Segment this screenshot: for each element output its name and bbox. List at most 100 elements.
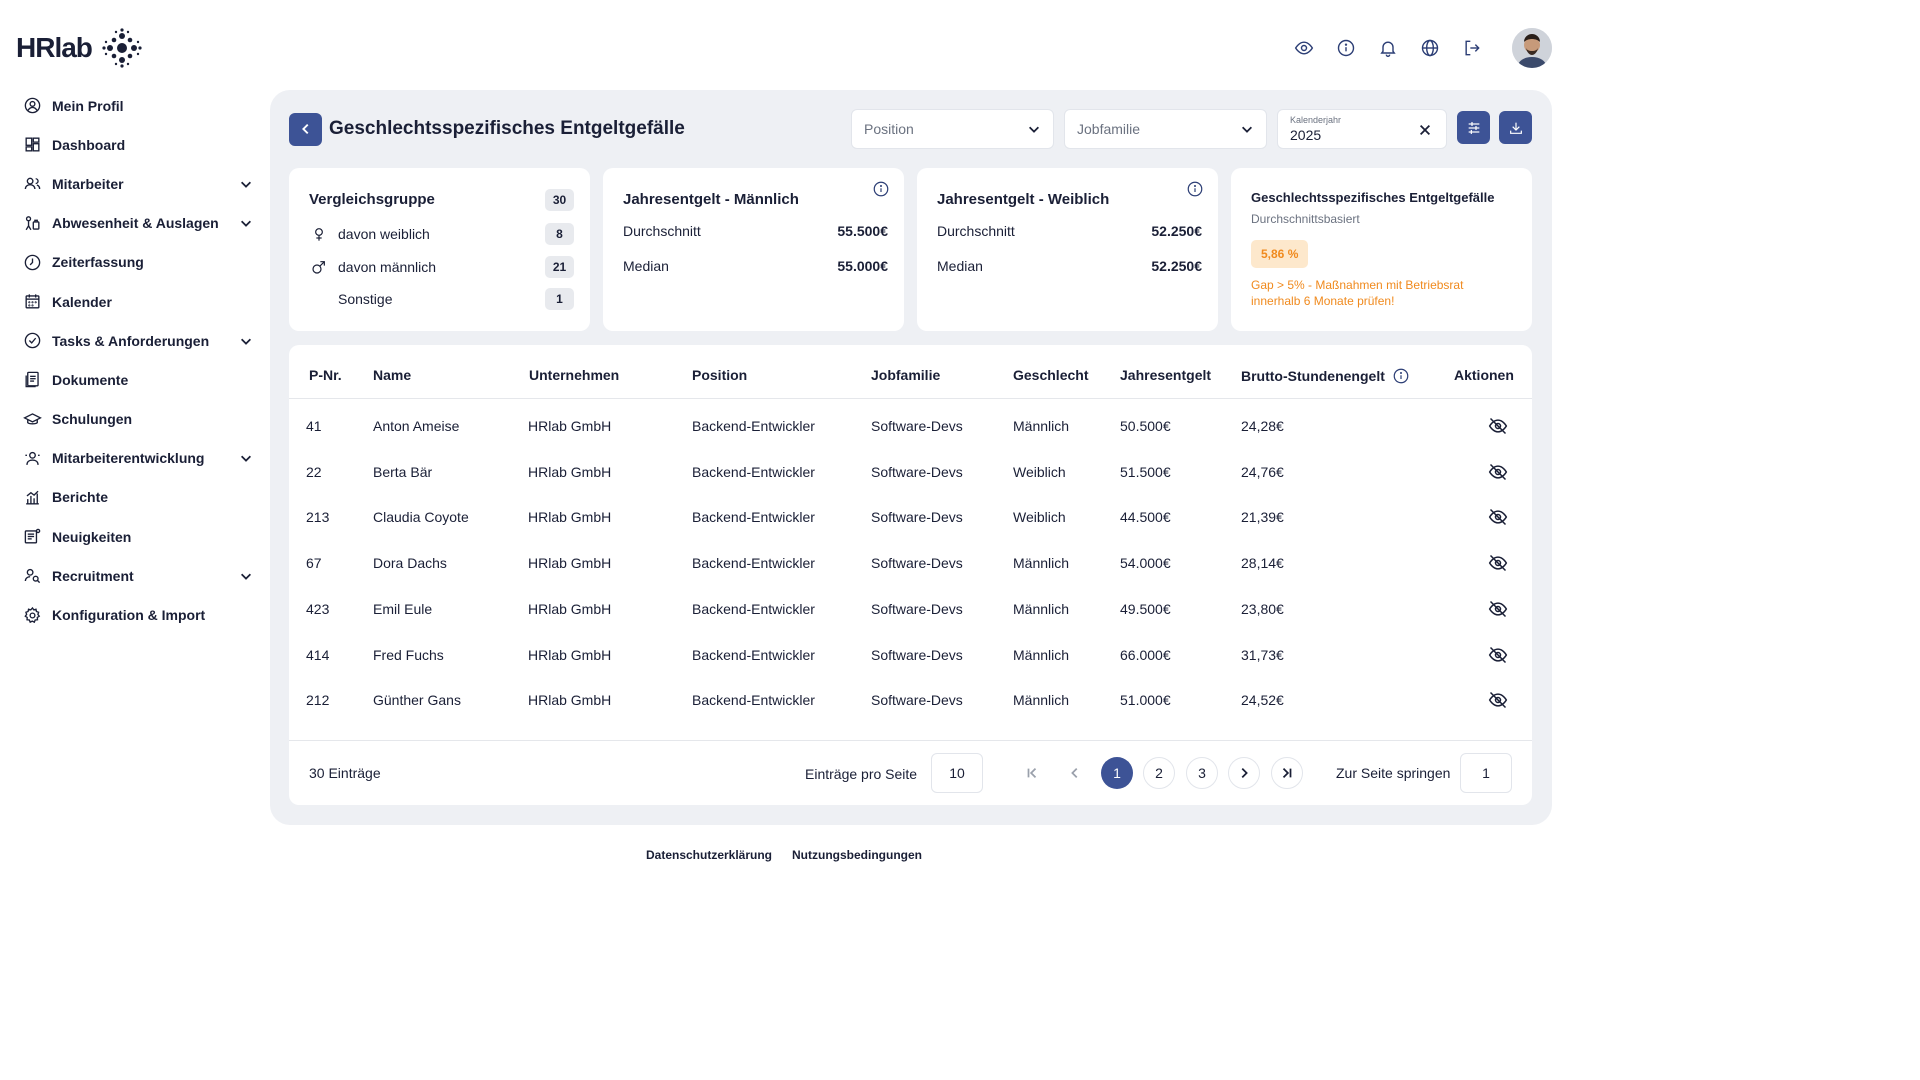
jump-input[interactable]: 1 bbox=[1460, 753, 1512, 793]
cell-position: Backend-Entwickler bbox=[692, 509, 815, 526]
sidebar-item-mitarbeiterentwicklung[interactable]: Mitarbeiterentwicklung bbox=[22, 439, 258, 478]
sidebar-item-dokumente[interactable]: Dokumente bbox=[22, 360, 258, 399]
privacy-link[interactable]: Datenschutzerklärung bbox=[646, 848, 772, 862]
female-icon bbox=[309, 224, 329, 244]
gap-title: Geschlechtsspezifisches Entgeltgefälle bbox=[1251, 190, 1495, 205]
table-row[interactable]: 213 Claudia Coyote HRlab GmbH Backend-Entwi… bbox=[289, 495, 1532, 541]
position-select[interactable]: Position bbox=[851, 109, 1054, 149]
col-jahresentgelt[interactable]: Jahresentgelt bbox=[1120, 367, 1211, 383]
cell-pnr: 22 bbox=[306, 463, 322, 480]
chevron-down-icon[interactable] bbox=[238, 215, 254, 231]
col-pnr[interactable]: P-Nr. bbox=[309, 367, 342, 383]
eye-off-icon[interactable] bbox=[1488, 599, 1508, 619]
eye-off-icon[interactable] bbox=[1488, 553, 1508, 573]
sidebar-item-label: Berichte bbox=[52, 489, 109, 506]
chart-icon bbox=[22, 487, 42, 507]
cell-stundenentgelt: 24,76€ bbox=[1241, 463, 1284, 480]
gap-subtitle: Durchschnittsbasiert bbox=[1251, 212, 1360, 226]
recruitment-icon bbox=[22, 566, 42, 586]
year-value: 2025 bbox=[1290, 126, 1322, 143]
sidebar-item-label: Recruitment bbox=[52, 567, 134, 584]
jobfamilie-placeholder: Jobfamilie bbox=[1077, 121, 1141, 137]
table-row[interactable]: 22 Berta Bär HRlab GmbH Backend-Entwickler S… bbox=[289, 450, 1532, 496]
eye-off-icon[interactable] bbox=[1488, 462, 1508, 482]
table-row[interactable]: 212 Günther Gans HRlab GmbH Backend-Entwick… bbox=[289, 678, 1532, 724]
info-icon[interactable] bbox=[1186, 180, 1204, 198]
col-name[interactable]: Name bbox=[373, 367, 411, 383]
sidebar-item-tasks-anforderungen[interactable]: Tasks & Anforderungen bbox=[22, 321, 258, 360]
sidebar-item-label: Mitarbeiterentwicklung bbox=[52, 450, 205, 467]
chevron-down-icon[interactable] bbox=[238, 176, 254, 192]
sidebar-item-mein-profil[interactable]: Mein Profil bbox=[22, 86, 258, 125]
per-page-select[interactable]: 10 bbox=[931, 753, 983, 793]
cell-pnr: 41 bbox=[306, 418, 322, 434]
table-row[interactable]: 41 Anton Ameise HRlab GmbH Backend-Entwickl… bbox=[289, 404, 1532, 450]
info-icon[interactable] bbox=[1336, 38, 1356, 58]
close-icon[interactable] bbox=[1418, 123, 1432, 137]
chevron-down-icon bbox=[1242, 126, 1252, 133]
last-page-button[interactable] bbox=[1271, 757, 1303, 789]
bell-icon[interactable] bbox=[1378, 38, 1398, 58]
sidebar-item-recruitment[interactable]: Recruitment bbox=[22, 556, 258, 595]
eye-icon[interactable] bbox=[1294, 38, 1314, 58]
col-geschlecht[interactable]: Geschlecht bbox=[1013, 367, 1088, 383]
cell-geschlecht: Männlich bbox=[1013, 646, 1070, 663]
prev-page-button[interactable] bbox=[1059, 757, 1091, 789]
eye-off-icon[interactable] bbox=[1488, 416, 1508, 436]
chevron-left-icon bbox=[301, 123, 308, 135]
page-button-3[interactable]: 3 bbox=[1186, 757, 1218, 789]
sidebar-item-kalender[interactable]: Kalender bbox=[22, 282, 258, 321]
col-stundenentgelt[interactable]: Brutto-Stundenengelt bbox=[1241, 367, 1410, 385]
eye-off-icon[interactable] bbox=[1488, 507, 1508, 527]
first-page-button[interactable] bbox=[1016, 757, 1048, 789]
logo[interactable]: HRlab bbox=[16, 28, 142, 68]
table-row[interactable]: 67 Dora Dachs HRlab GmbH Backend-Entwickler… bbox=[289, 541, 1532, 587]
eye-off-icon[interactable] bbox=[1488, 645, 1508, 665]
card-title: Vergleichsgruppe bbox=[309, 191, 435, 208]
col-unternehmen[interactable]: Unternehmen bbox=[529, 367, 619, 383]
page-button-1[interactable]: 1 bbox=[1101, 757, 1133, 789]
sidebar-item-schulungen[interactable]: Schulungen bbox=[22, 400, 258, 439]
sidebar-item-neuigkeiten[interactable]: Neuigkeiten bbox=[22, 517, 258, 556]
avg-value: 55.500€ bbox=[837, 223, 888, 239]
main-panel: Geschlechtsspezifisches Entgeltgefälle P… bbox=[270, 90, 1552, 825]
year-select[interactable]: Kalenderjahr 2025 bbox=[1277, 109, 1447, 149]
year-label: Kalenderjahr bbox=[1290, 114, 1342, 125]
sidebar-item-mitarbeiter[interactable]: Mitarbeiter bbox=[22, 164, 258, 203]
sidebar-item-zeiterfassung[interactable]: Zeiterfassung bbox=[22, 243, 258, 282]
sidebar-item-konfiguration-import[interactable]: Konfiguration & Import bbox=[22, 595, 258, 634]
logout-icon[interactable] bbox=[1462, 38, 1482, 58]
cell-unternehmen: HRlab GmbH bbox=[528, 692, 612, 709]
settings-icon bbox=[22, 605, 42, 625]
col-position[interactable]: Position bbox=[692, 367, 747, 383]
jahresentgelt-weiblich-card: Jahresentgelt - Weiblich Durchschnitt 52… bbox=[917, 168, 1218, 331]
chevron-down-icon[interactable] bbox=[238, 333, 254, 349]
globe-icon[interactable] bbox=[1420, 38, 1440, 58]
sidebar-item-dashboard[interactable]: Dashboard bbox=[22, 125, 258, 164]
table-row[interactable]: 423 Emil Eule HRlab GmbH Backend-Entwickler… bbox=[289, 587, 1532, 633]
jobfamilie-select[interactable]: Jobfamilie bbox=[1064, 109, 1267, 149]
info-icon[interactable] bbox=[872, 180, 890, 198]
col-jobfamilie[interactable]: Jobfamilie bbox=[871, 367, 940, 383]
terms-link[interactable]: Nutzungsbedingungen bbox=[792, 848, 922, 862]
avg-label: Durchschnitt bbox=[623, 223, 701, 239]
sidebar-item-label: Mitarbeiter bbox=[52, 175, 124, 192]
sidebar-item-abwesenheit-auslagen[interactable]: Abwesenheit & Auslagen bbox=[22, 204, 258, 243]
cell-pnr: 213 bbox=[306, 509, 330, 526]
avatar[interactable] bbox=[1512, 28, 1552, 68]
next-page-button[interactable] bbox=[1228, 757, 1260, 789]
cell-name: Anton Ameise bbox=[373, 418, 460, 434]
eye-off-icon[interactable] bbox=[1488, 690, 1508, 710]
download-button[interactable] bbox=[1499, 111, 1532, 144]
info-icon[interactable] bbox=[1392, 367, 1410, 385]
cell-stundenentgelt: 24,28€ bbox=[1241, 418, 1284, 434]
back-button[interactable] bbox=[289, 112, 322, 146]
cell-stundenentgelt: 31,73€ bbox=[1241, 646, 1284, 663]
table-row[interactable]: 414 Fred Fuchs HRlab GmbH Backend-Entwickle… bbox=[289, 633, 1532, 679]
sidebar-item-berichte[interactable]: Berichte bbox=[22, 478, 258, 517]
filter-button[interactable] bbox=[1457, 111, 1490, 144]
chevron-down-icon[interactable] bbox=[238, 450, 254, 466]
col-stundenentgelt-label: Brutto-Stundenengelt bbox=[1241, 368, 1385, 384]
chevron-down-icon[interactable] bbox=[238, 568, 254, 584]
page-button-2[interactable]: 2 bbox=[1143, 757, 1175, 789]
